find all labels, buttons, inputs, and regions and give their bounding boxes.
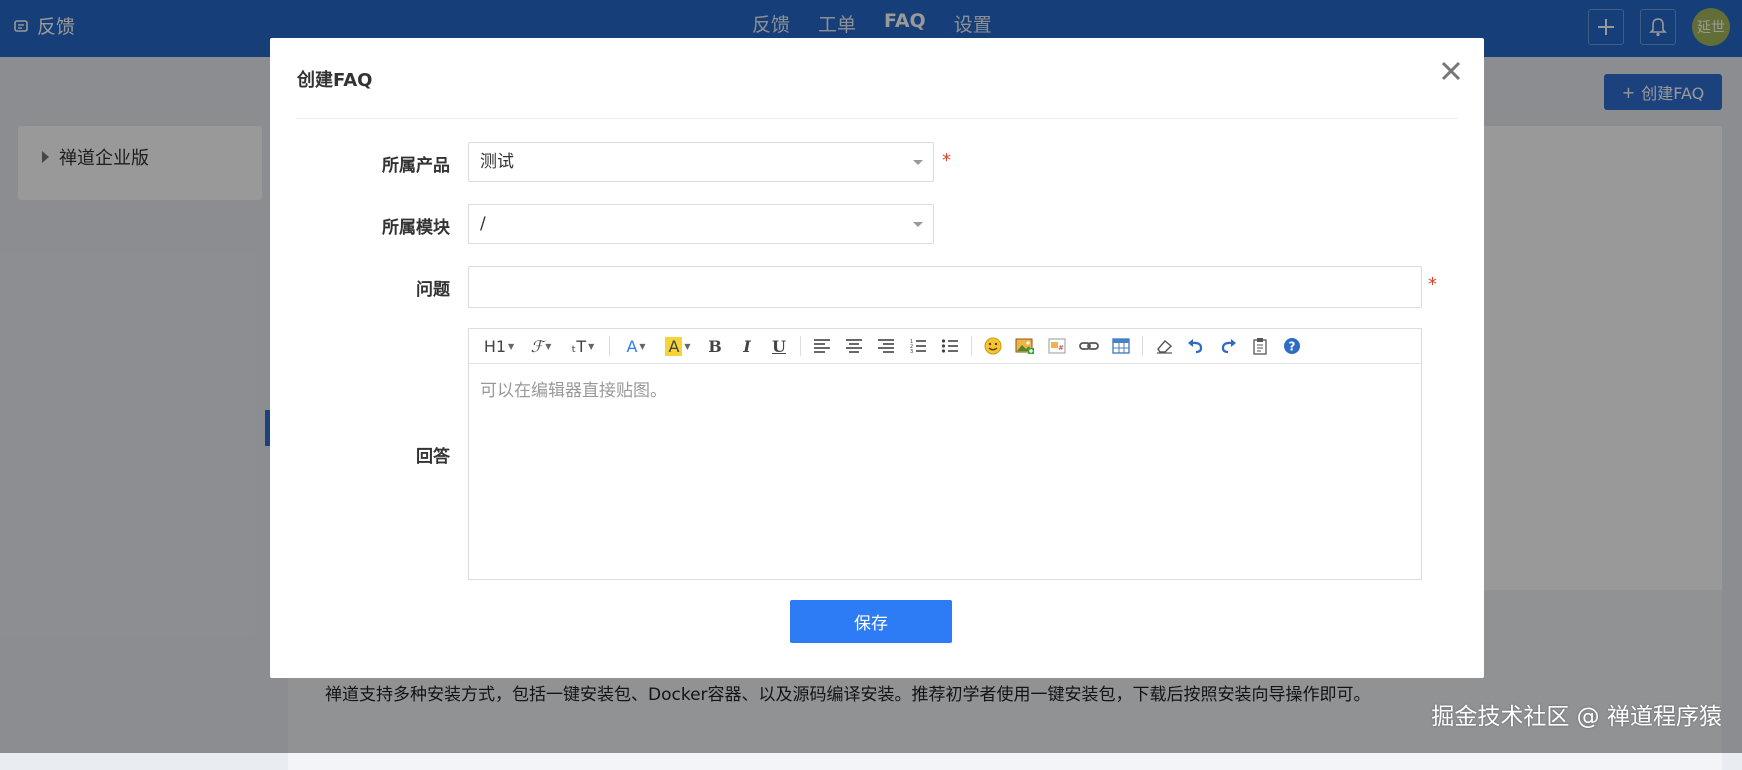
bold-icon: B (708, 336, 722, 356)
link-icon (1079, 342, 1099, 350)
module-label: 所属模块 (382, 218, 450, 238)
module-select[interactable]: / (468, 204, 934, 244)
align-right-button[interactable] (871, 333, 901, 359)
toolbar-divider (800, 336, 801, 356)
redo-icon (1221, 339, 1236, 354)
redo-button[interactable] (1213, 333, 1243, 359)
toolbar-divider (1142, 336, 1143, 356)
modal-title: 创建FAQ (297, 70, 373, 91)
chevron-down-icon (913, 222, 923, 227)
font-size-icon: ₜT (571, 336, 587, 356)
help-button[interactable]: ? (1277, 333, 1307, 359)
highlight-icon: A (665, 336, 683, 356)
unordered-list-icon (941, 339, 958, 353)
editor-body[interactable]: 可以在编辑器直接贴图。 (469, 364, 1421, 413)
svg-text:3: 3 (910, 349, 913, 354)
insert-link-button[interactable] (1074, 333, 1104, 359)
question-label: 问题 (416, 280, 450, 300)
emoticon-button[interactable] (978, 333, 1008, 359)
align-center-button[interactable] (839, 333, 869, 359)
product-select-value: 测试 (480, 152, 514, 172)
align-left-button[interactable] (807, 333, 837, 359)
heading-label: H1 (483, 336, 507, 356)
editor-toolbar: H1 ▼ ℱ ▼ ₜT ▼ A ▼ A ▼ B I U 123 # ? (469, 329, 1421, 364)
help-icon: ? (1284, 338, 1300, 354)
italic-icon: I (743, 336, 751, 356)
ordered-list-icon: 123 (910, 339, 926, 354)
answer-editor: H1 ▼ ℱ ▼ ₜT ▼ A ▼ A ▼ B I U 123 # ? 可以在编… (468, 328, 1422, 580)
chevron-down-icon (913, 160, 923, 165)
code-icon: # (1048, 338, 1066, 354)
table-icon (1112, 338, 1130, 354)
eraser-icon (1157, 340, 1173, 354)
font-family-button[interactable]: ℱ ▼ (521, 333, 561, 359)
undo-icon (1188, 339, 1203, 354)
underline-icon: U (772, 336, 786, 356)
align-center-icon (846, 339, 862, 353)
create-faq-modal: 创建FAQ 所属产品 测试 * 所属模块 / 问题 * 回答 H1 ▼ ℱ ▼ ₜT… (270, 38, 1484, 678)
clipboard-icon (1253, 338, 1267, 355)
font-family-icon: ℱ (530, 336, 544, 356)
unordered-list-button[interactable] (935, 333, 965, 359)
font-color-icon: A (626, 336, 638, 356)
required-mark: * (1428, 274, 1437, 295)
save-button[interactable]: 保存 (790, 600, 952, 643)
clear-format-button[interactable] (1149, 333, 1179, 359)
close-button[interactable] (1438, 58, 1464, 84)
paste-plain-button[interactable] (1245, 333, 1275, 359)
font-color-button[interactable]: A ▼ (616, 333, 656, 359)
undo-button[interactable] (1181, 333, 1211, 359)
product-select[interactable]: 测试 (468, 142, 934, 182)
modal-divider (296, 118, 1458, 119)
smiley-icon (984, 337, 1002, 355)
toolbar-divider (971, 336, 972, 356)
watermark: 掘金技术社区 @ 禅道程序猿 (1431, 704, 1722, 730)
insert-image-button[interactable] (1010, 333, 1040, 359)
align-left-icon (814, 339, 830, 353)
underline-button[interactable]: U (764, 333, 794, 359)
italic-button[interactable]: I (732, 333, 762, 359)
required-mark: * (942, 150, 951, 171)
insert-table-button[interactable] (1106, 333, 1136, 359)
heading-button[interactable]: H1 ▼ (479, 333, 519, 359)
bold-button[interactable]: B (700, 333, 730, 359)
product-label: 所属产品 (382, 156, 450, 176)
align-right-icon (878, 339, 894, 353)
svg-text:#: # (1058, 344, 1064, 352)
ordered-list-button[interactable]: 123 (903, 333, 933, 359)
answer-label: 回答 (416, 447, 450, 467)
insert-code-button[interactable]: # (1042, 333, 1072, 359)
question-input[interactable] (468, 266, 1422, 308)
image-icon (1015, 338, 1034, 354)
toolbar-divider (609, 336, 610, 356)
close-icon (1441, 61, 1461, 81)
font-size-button[interactable]: ₜT ▼ (563, 333, 603, 359)
highlight-color-button[interactable]: A ▼ (658, 333, 698, 359)
module-select-value: / (480, 214, 486, 234)
svg-text:?: ? (1289, 340, 1296, 354)
editor-placeholder: 可以在编辑器直接贴图。 (480, 381, 667, 401)
